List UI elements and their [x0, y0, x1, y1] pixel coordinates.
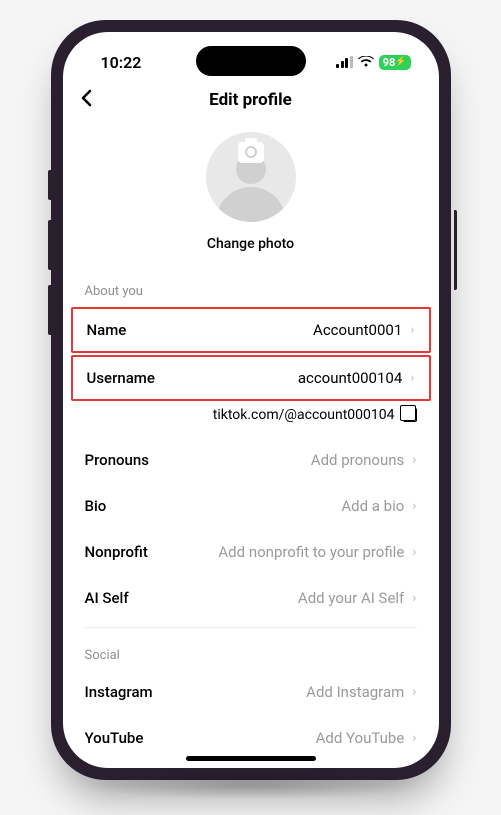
row-instagram[interactable]: Instagram Add Instagram › [63, 669, 439, 715]
camera-icon [238, 142, 264, 163]
row-label: Username [87, 369, 155, 387]
row-value: Add Instagram › [306, 683, 416, 701]
row-label: Nonprofit [85, 543, 148, 561]
status-time: 10:22 [101, 53, 142, 72]
chevron-right-icon: › [412, 498, 416, 514]
screen: 10:22 98⚡ Edit profile [63, 32, 439, 768]
divider [85, 627, 417, 628]
row-nonprofit[interactable]: Nonprofit Add nonprofit to your profile … [63, 529, 439, 575]
row-label: Pronouns [85, 451, 149, 469]
chevron-right-icon: › [412, 590, 416, 606]
row-label: Instagram [85, 683, 153, 701]
status-icons: 98⚡ [336, 55, 410, 70]
row-username[interactable]: Username account000104 › [71, 355, 431, 401]
row-pronouns[interactable]: Pronouns Add pronouns › [63, 437, 439, 483]
back-button[interactable] [79, 88, 93, 112]
row-label: YouTube [85, 729, 144, 747]
section-social: Social [63, 634, 439, 669]
chevron-right-icon: › [412, 730, 416, 746]
row-twitter[interactable]: Twitter Add Twitter › [63, 761, 439, 768]
row-name[interactable]: Name Account0001 › [71, 307, 431, 353]
home-indicator[interactable] [186, 756, 316, 761]
row-label: Bio [85, 497, 107, 515]
row-value: Add pronouns › [311, 451, 417, 469]
chevron-right-icon: › [412, 544, 416, 560]
header: Edit profile [63, 82, 439, 122]
signal-icon [336, 56, 353, 68]
battery-icon: 98⚡ [379, 55, 411, 70]
change-photo-button[interactable]: Change photo [207, 236, 294, 252]
notch [196, 46, 306, 76]
avatar[interactable] [206, 132, 296, 222]
row-ai-self[interactable]: AI Self Add your AI Self › [63, 575, 439, 621]
row-youtube[interactable]: YouTube Add YouTube › [63, 715, 439, 761]
avatar-section: Change photo [63, 122, 439, 270]
section-about-you: About you [63, 270, 439, 305]
row-profile-url[interactable]: tiktok.com/@account000104 [63, 403, 439, 437]
row-value: Add nonprofit to your profile › [218, 543, 416, 561]
chevron-right-icon: › [412, 684, 416, 700]
row-value: Add YouTube › [316, 729, 417, 747]
profile-url: tiktok.com/@account000104 [213, 407, 395, 423]
chevron-right-icon: › [410, 370, 414, 386]
chevron-right-icon: › [410, 322, 414, 338]
wifi-icon [358, 56, 374, 68]
row-value: Add your AI Self › [298, 589, 417, 607]
row-label: Name [87, 321, 127, 339]
chevron-right-icon: › [412, 452, 416, 468]
row-value: account000104 › [298, 369, 415, 387]
row-value: Add a bio › [341, 497, 416, 515]
copy-icon[interactable] [403, 408, 417, 422]
page-title: Edit profile [79, 90, 423, 110]
row-label: AI Self [85, 589, 129, 607]
phone-frame: 10:22 98⚡ Edit profile [51, 20, 451, 780]
row-bio[interactable]: Bio Add a bio › [63, 483, 439, 529]
row-value: Account0001 › [313, 321, 414, 339]
